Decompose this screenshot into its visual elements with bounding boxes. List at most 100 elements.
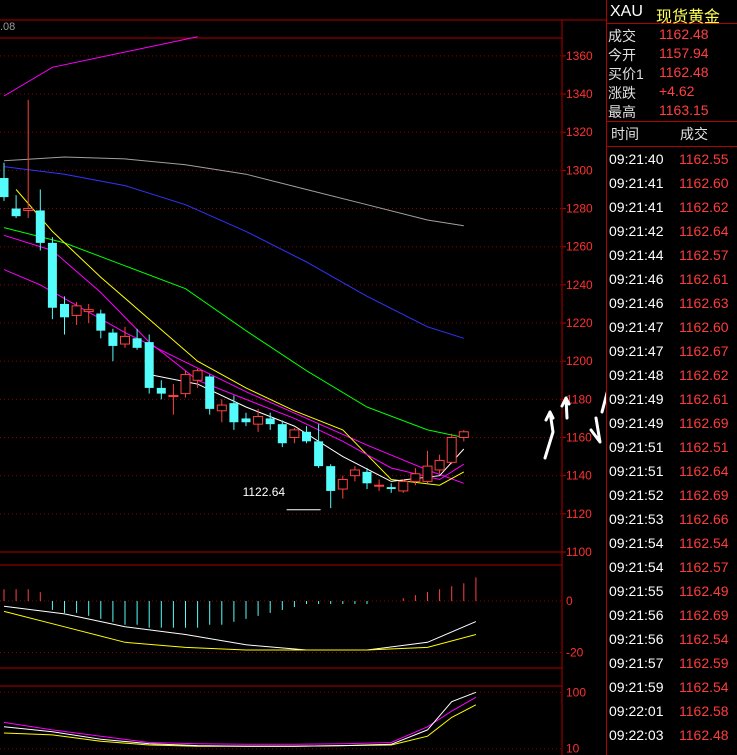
axis-tick-label: 1280 bbox=[566, 202, 593, 216]
candle-body-up bbox=[289, 429, 300, 439]
candle-body-up bbox=[398, 480, 409, 492]
candle-body-down bbox=[302, 431, 311, 442]
quote-panel: XAU 现货黄金 成交 1162.48 今开 1157.94 买价1 1162.48 … bbox=[606, 0, 737, 755]
axis-tick-label: 1340 bbox=[566, 87, 593, 101]
tick-time: 09:21:51 bbox=[609, 463, 664, 479]
tick-row: 09:21:56 1162.54 bbox=[607, 628, 737, 652]
candle-body-down bbox=[205, 376, 215, 409]
candle-body-down bbox=[47, 242, 57, 308]
tick-price: 1162.66 bbox=[679, 511, 729, 527]
ma-line-ma20 bbox=[3, 269, 464, 484]
quote-field-open: 今开 1157.94 bbox=[607, 44, 737, 65]
quote-field-value: 1162.48 bbox=[659, 26, 709, 42]
tick-time: 09:21:47 bbox=[609, 319, 664, 335]
quote-field-label: 涨跌 bbox=[608, 85, 636, 101]
tick-row: 09:21:46 1162.63 bbox=[607, 292, 737, 316]
candle-body-up bbox=[349, 469, 360, 477]
macd-axis-label: 0 bbox=[566, 594, 573, 608]
candle-body-down bbox=[144, 342, 154, 388]
candle-body-down bbox=[0, 178, 9, 198]
quote-field-label: 最高 bbox=[608, 104, 636, 120]
tick-time: 09:21:56 bbox=[609, 607, 664, 623]
candle-body-up bbox=[192, 370, 203, 381]
candle-body-down bbox=[132, 338, 142, 348]
tick-row: 09:21:46 1162.61 bbox=[607, 268, 737, 292]
ma-line-ma20c bbox=[3, 234, 465, 481]
tick-row: 09:21:59 1162.54 bbox=[607, 676, 737, 700]
candle-body-down bbox=[314, 441, 324, 467]
tick-time: 09:21:41 bbox=[609, 175, 664, 191]
tick-time: 09:21:53 bbox=[609, 511, 664, 527]
quote-field-bid: 买价1 1162.48 bbox=[607, 63, 737, 84]
tick-time: 09:21:55 bbox=[609, 583, 664, 599]
tick-row: 09:21:49 1162.69 bbox=[607, 412, 737, 436]
candle-body-up bbox=[23, 208, 34, 211]
tick-price: 1162.62 bbox=[679, 199, 729, 215]
candle-body-up bbox=[120, 335, 130, 345]
tick-row: 09:21:51 1162.64 bbox=[607, 460, 737, 484]
tick-price: 1162.59 bbox=[679, 655, 729, 671]
annotation-arrow bbox=[560, 396, 571, 420]
ma-line-ma120 bbox=[3, 156, 464, 227]
tick-time: 09:21:46 bbox=[609, 271, 664, 287]
candle-body-up bbox=[253, 416, 264, 425]
candle-body-down bbox=[386, 487, 396, 490]
tick-time: 09:21:41 bbox=[609, 199, 664, 215]
candle-body-down bbox=[11, 208, 21, 217]
symbol-name: 现货黄金 bbox=[656, 9, 721, 26]
tick-time: 09:21:59 bbox=[609, 679, 664, 695]
low-marker-label: 1122.64 bbox=[243, 485, 286, 499]
quote-field-label: 成交 bbox=[608, 28, 636, 44]
tick-price: 1162.58 bbox=[679, 703, 729, 719]
tick-time: 09:21:47 bbox=[609, 343, 664, 359]
tick-row: 09:21:44 1162.57 bbox=[607, 244, 737, 268]
axis-tick-label: 1260 bbox=[566, 240, 593, 254]
candle-body-up bbox=[374, 484, 385, 487]
candle-body-down bbox=[265, 418, 275, 425]
tick-price: 1162.69 bbox=[679, 415, 729, 431]
candle-body-down bbox=[35, 210, 45, 243]
quote-field-last: 成交 1162.48 bbox=[607, 25, 737, 46]
tick-row: 09:21:42 1162.64 bbox=[607, 220, 737, 244]
tick-row: 09:21:57 1162.59 bbox=[607, 652, 737, 676]
header-value: .08 bbox=[0, 21, 16, 33]
tick-price: 1162.64 bbox=[679, 223, 729, 239]
osc-line-j bbox=[3, 696, 477, 745]
tick-price: 1162.61 bbox=[679, 271, 729, 287]
axis-tick-label: 1160 bbox=[566, 431, 592, 445]
tick-row: 09:21:55 1162.49 bbox=[607, 580, 737, 604]
tick-price: 1162.62 bbox=[679, 367, 729, 383]
candle-body-down bbox=[60, 303, 69, 318]
tick-row: 09:22:01 1162.58 bbox=[607, 700, 737, 724]
tick-table-header: 时间 成交 bbox=[607, 122, 737, 146]
tick-time: 09:21:42 bbox=[609, 223, 664, 239]
osc-line-d bbox=[3, 704, 477, 747]
quote-field-value: 1162.48 bbox=[659, 64, 709, 80]
axis-tick-label: 1100 bbox=[566, 545, 592, 559]
candle-body-up bbox=[410, 473, 421, 482]
axis-tick-label: 1300 bbox=[566, 163, 593, 177]
tick-price: 1162.69 bbox=[679, 607, 729, 623]
tick-price: 1162.54 bbox=[679, 535, 729, 551]
candlestick-chart[interactable]: 1360134013201300128012601240122012001180… bbox=[0, 0, 606, 755]
ma-line-ma20b bbox=[3, 36, 198, 97]
tick-time: 09:21:48 bbox=[609, 367, 664, 383]
tick-time: 09:21:44 bbox=[609, 247, 664, 263]
axis-tick-label: 1220 bbox=[566, 316, 593, 330]
quote-field-high: 最高 1163.15 bbox=[607, 101, 737, 122]
tick-row: 09:22:03 1162.48 bbox=[607, 724, 737, 748]
axis-tick-label: 1320 bbox=[566, 125, 593, 139]
tick-row: 09:21:47 1162.60 bbox=[607, 316, 737, 340]
axis-tick-label: 1120 bbox=[566, 507, 592, 521]
annotation-arrow bbox=[589, 416, 602, 444]
tick-price: 1162.64 bbox=[679, 463, 729, 479]
candle-body-down bbox=[277, 424, 287, 444]
tick-price: 1162.49 bbox=[679, 583, 729, 599]
tick-row: 09:21:54 1162.54 bbox=[607, 532, 737, 556]
candle-body-up bbox=[83, 309, 94, 313]
tick-time: 09:21:52 bbox=[609, 487, 664, 503]
tick-row: 09:21:53 1162.66 bbox=[607, 508, 737, 532]
tick-row: 09:21:48 1162.62 bbox=[607, 364, 737, 388]
candle-body-up bbox=[168, 395, 179, 398]
tick-time: 09:21:57 bbox=[609, 655, 664, 671]
